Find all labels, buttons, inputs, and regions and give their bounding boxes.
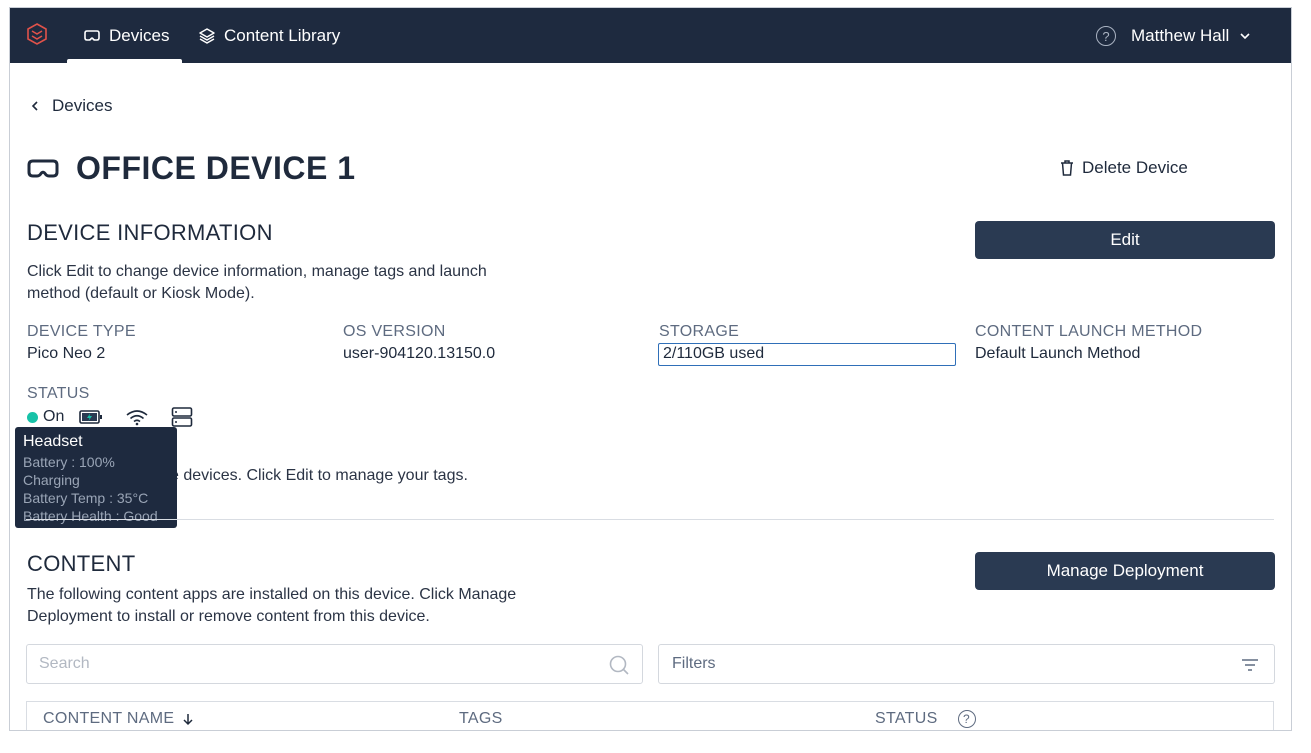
tooltip-battery: Battery : 100% (23, 454, 115, 470)
device-type-value: Pico Neo 2 (27, 345, 106, 362)
filter-icon (1242, 659, 1258, 671)
battery-charging-icon[interactable] (79, 409, 103, 425)
delete-device-button[interactable]: Delete Device (1060, 158, 1188, 178)
os-version-label: OS VERSION (343, 323, 446, 340)
top-navbar: Devices Content Library ? Matthew Hall (10, 8, 1291, 63)
section-divider (26, 519, 1274, 520)
content-heading: CONTENT (27, 551, 136, 576)
user-menu[interactable]: Matthew Hall (1131, 8, 1251, 63)
tooltip-health: Battery Health : Good (23, 508, 158, 524)
chevron-left-icon (31, 101, 38, 111)
edit-button[interactable]: Edit (975, 221, 1275, 259)
vr-headset-icon (84, 29, 100, 41)
storage-label: STORAGE (659, 323, 740, 340)
column-header-status[interactable]: STATUS ? (875, 710, 976, 728)
breadcrumb-label: Devices (52, 96, 113, 115)
trash-icon (1061, 160, 1073, 176)
launch-method-label: CONTENT LAUNCH METHOD (975, 323, 1203, 340)
nav-active-indicator (67, 59, 182, 63)
search-input[interactable]: Search (26, 644, 643, 684)
description-line: The following content apps are installed… (27, 586, 517, 603)
launch-method-value: Default Launch Method (975, 345, 1141, 362)
device-type-label: DEVICE TYPE (27, 323, 136, 340)
app-logo-icon[interactable] (26, 23, 48, 45)
status-indicators: On (27, 406, 193, 428)
tags-description: e devices. Click Edit to manage your tag… (170, 467, 468, 484)
column-header-label: STATUS (875, 710, 938, 727)
search-icon (609, 655, 629, 675)
nav-devices-label: Devices (109, 25, 170, 45)
nav-content-library[interactable]: Content Library (198, 8, 340, 63)
nav-content-library-label: Content Library (224, 25, 341, 45)
filters-label: Filters (672, 655, 716, 672)
breadcrumb[interactable]: Devices (30, 96, 112, 116)
page-header: OFFICE DEVICE 1 (26, 150, 356, 187)
server-icon[interactable] (171, 406, 193, 428)
os-version-value: user-904120.13150.0 (343, 345, 496, 362)
column-header-content-name[interactable]: CONTENT NAME (43, 710, 194, 728)
help-icon[interactable]: ? (1096, 26, 1116, 46)
layers-icon (199, 27, 215, 44)
nav-devices[interactable]: Devices (83, 8, 169, 63)
description-line: Click Edit to change device information,… (27, 263, 487, 280)
content-description: The following content apps are installed… (27, 584, 516, 628)
device-info-heading: DEVICE INFORMATION (27, 220, 273, 245)
manage-deployment-button[interactable]: Manage Deployment (975, 552, 1275, 590)
wifi-icon[interactable] (125, 408, 149, 426)
content-table-header: CONTENT NAME TAGS STATUS ? (26, 701, 1274, 730)
chevron-down-icon (1240, 32, 1250, 39)
device-info-description: Click Edit to change device information,… (27, 261, 487, 305)
column-header-label: TAGS (459, 710, 503, 727)
tooltip-charging: Charging (23, 472, 80, 488)
status-label: STATUS (27, 385, 90, 402)
column-header-tags[interactable]: TAGS (459, 710, 503, 728)
tooltip-temp: Battery Temp : 35°C (23, 490, 149, 506)
app-window: Devices Content Library ? Matthew Hall D… (10, 8, 1291, 730)
status-dot (27, 411, 38, 423)
description-line: method (default or Kiosk Mode). (27, 285, 255, 302)
filters-dropdown[interactable]: Filters (658, 644, 1275, 684)
page-title: OFFICE DEVICE 1 (76, 150, 356, 186)
delete-device-label: Delete Device (1082, 158, 1188, 177)
headset-battery-tooltip: Headset Battery : 100% Charging Battery … (15, 427, 177, 528)
search-placeholder: Search (39, 655, 90, 672)
vr-headset-icon (27, 159, 59, 177)
help-icon[interactable]: ? (957, 710, 976, 728)
column-header-label: CONTENT NAME (43, 710, 175, 727)
storage-value: 2/110GB used (658, 343, 956, 366)
tooltip-title: Headset (23, 433, 83, 450)
user-name: Matthew Hall (1131, 25, 1230, 45)
sort-arrow-down-icon (183, 714, 193, 726)
status-value: On (43, 408, 65, 425)
description-line: Deployment to install or remove content … (27, 608, 430, 625)
